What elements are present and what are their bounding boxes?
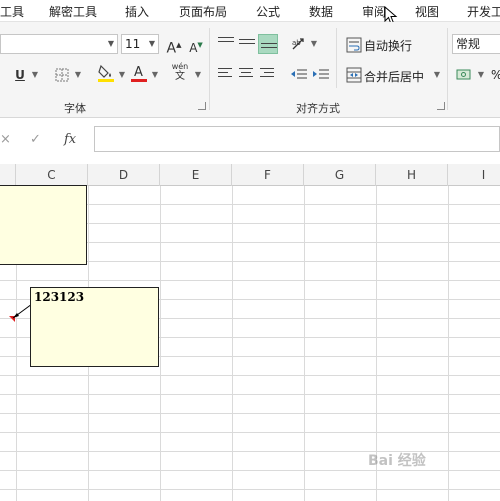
formula-bar: × ✓ fx (0, 122, 500, 158)
phonetic-dropdown[interactable]: ▼ (194, 65, 202, 85)
align-top-button[interactable] (216, 34, 236, 54)
currency-format-button[interactable] (455, 65, 475, 85)
column-header-h[interactable]: H (376, 164, 448, 186)
gridline (0, 470, 500, 471)
underline-button[interactable]: U (10, 65, 30, 85)
orientation-dropdown[interactable]: ▼ (310, 34, 318, 54)
gridline (0, 375, 500, 376)
border-button[interactable] (52, 65, 72, 85)
font-color-button[interactable]: A (129, 63, 149, 83)
menu-developer[interactable]: 开发工 (467, 3, 500, 20)
ribbon-separator (447, 28, 448, 110)
column-header-i[interactable]: I (448, 164, 500, 186)
wrap-text-icon-button[interactable] (344, 35, 364, 55)
column-header-f[interactable]: F (232, 164, 304, 186)
insert-function-icon[interactable]: fx (64, 132, 76, 147)
menu-view[interactable]: 视图 (415, 3, 439, 20)
ribbon: ▼ 11 ▼ A▲ A▼ U ▼ ▼ ▼ A ▼ wén 文 ▼ 字体 ab ▼… (0, 22, 500, 118)
align-center-button[interactable] (237, 65, 257, 85)
gridline (0, 489, 500, 490)
number-format-value: 常规 (456, 37, 481, 51)
fill-color-bar (98, 79, 114, 82)
align-left-button[interactable] (216, 65, 236, 85)
column-header-b[interactable] (0, 164, 16, 186)
cancel-icon[interactable]: × (0, 132, 11, 147)
align-middle-button[interactable] (237, 34, 257, 54)
svg-text:ab: ab (292, 39, 301, 47)
font-size-value: 11 (125, 37, 141, 51)
watermark-logo: Bai 经验 (368, 453, 426, 469)
gridline (0, 432, 500, 433)
fill-color-dropdown[interactable]: ▼ (118, 65, 126, 85)
menu-formulas[interactable]: 公式 (256, 3, 280, 20)
menu-review[interactable]: 审阅 (362, 3, 386, 20)
column-header-g[interactable]: G (304, 164, 376, 186)
font-color-icon: A (131, 65, 147, 82)
gridline (0, 280, 500, 281)
ribbon-separator (209, 28, 210, 110)
increase-indent-icon (313, 69, 329, 79)
gridline (232, 186, 233, 501)
increase-font-button[interactable]: A▲ (164, 35, 184, 57)
gridline (304, 186, 305, 501)
menu-decrypt-tools[interactable]: 解密工具 (49, 3, 97, 20)
alignment-group-label: 对齐方式 (296, 102, 340, 115)
number-format-combo[interactable]: 常规 (452, 34, 500, 54)
merge-cells-icon (346, 67, 362, 83)
gridline (0, 413, 500, 414)
column-header-d[interactable]: D (88, 164, 160, 186)
menu-tools[interactable]: 工具 (0, 3, 24, 20)
gridline (0, 394, 500, 395)
font-group-label: 字体 (64, 102, 86, 115)
ribbon-separator (336, 28, 337, 88)
increase-indent-button[interactable] (311, 65, 331, 85)
enter-icon[interactable]: ✓ (30, 132, 41, 147)
merge-center-dropdown[interactable]: ▼ (433, 65, 441, 85)
menu-data[interactable]: 数据 (309, 3, 333, 20)
merge-center-button[interactable]: 合并后居中 (364, 68, 424, 85)
gridline (448, 186, 449, 501)
align-right-button[interactable] (258, 65, 278, 85)
font-group-launcher[interactable] (198, 102, 206, 110)
svg-text:A: A (134, 65, 143, 80)
column-header-e[interactable]: E (160, 164, 232, 186)
font-color-bar (131, 79, 147, 82)
column-header-row: C D E F G H I (0, 164, 500, 186)
underline-dropdown[interactable]: ▼ (31, 65, 39, 85)
currency-dropdown[interactable]: ▼ (477, 65, 485, 85)
border-dropdown[interactable]: ▼ (74, 65, 82, 85)
comment-text: 123123 (34, 290, 85, 304)
gridline (160, 186, 161, 501)
chevron-down-icon: ▼ (148, 39, 155, 48)
font-size-combo[interactable]: 11 ▼ (121, 34, 159, 54)
align-bottom-button[interactable] (258, 34, 278, 54)
decrease-font-button[interactable]: A▼ (186, 35, 206, 55)
comment-box[interactable]: 123123 (30, 287, 159, 367)
decrease-indent-button[interactable] (289, 65, 309, 85)
alignment-group-launcher[interactable] (437, 102, 445, 110)
percent-button[interactable]: % (491, 68, 500, 82)
paint-bucket-icon (98, 64, 114, 82)
formula-input[interactable] (94, 126, 500, 152)
phonetic-button[interactable]: wén 文 (170, 62, 190, 82)
border-icon (55, 68, 69, 82)
menu-bar: 工具 解密工具 插入 页面布局 公式 数据 审阅 视图 开发工 (0, 0, 500, 25)
text-orientation-icon: ab (292, 38, 304, 50)
fill-color-button[interactable] (96, 63, 116, 83)
decrease-indent-icon (291, 69, 307, 79)
phonetic-label: wén (171, 62, 189, 71)
menu-page-layout[interactable]: 页面布局 (179, 3, 227, 20)
column-header-c[interactable]: C (16, 164, 88, 186)
orientation-button[interactable]: ab (289, 34, 309, 54)
wrap-text-button[interactable]: 自动换行 (364, 37, 412, 54)
menu-insert[interactable]: 插入 (125, 3, 149, 20)
font-name-combo[interactable]: ▼ (0, 34, 118, 54)
chevron-down-icon: ▼ (107, 39, 114, 48)
merge-center-icon-button[interactable] (344, 65, 364, 85)
wrap-text-icon (346, 37, 362, 53)
currency-icon (456, 69, 471, 80)
comment-box[interactable] (0, 185, 87, 265)
font-color-dropdown[interactable]: ▼ (151, 65, 159, 85)
